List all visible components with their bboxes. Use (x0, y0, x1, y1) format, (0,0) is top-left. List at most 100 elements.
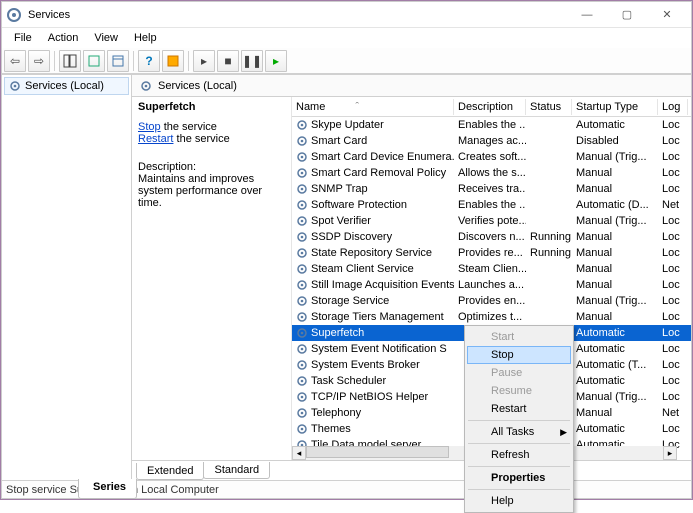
service-startup: Manual (572, 279, 658, 291)
service-row[interactable]: State Repository ServiceProvides re...Ru… (292, 245, 691, 261)
gear-icon (296, 359, 308, 371)
service-startup: Manual (572, 247, 658, 259)
col-logon[interactable]: Log (658, 99, 688, 115)
help-button[interactable]: ? (138, 50, 160, 72)
service-row[interactable]: Still Image Acquisition EventsLaunches a… (292, 277, 691, 293)
restart-service-button[interactable]: ▸ (265, 50, 287, 72)
service-name: Superfetch (311, 327, 364, 339)
ctx-help[interactable]: Help (467, 492, 571, 510)
maximize-button[interactable]: ▢ (607, 5, 647, 25)
service-row[interactable]: Skype UpdaterEnables the ...AutomaticLoc (292, 117, 691, 133)
service-name: SNMP Trap (311, 183, 368, 195)
service-name: Still Image Acquisition Events (311, 279, 454, 291)
ctx-restart[interactable]: Restart (467, 400, 571, 418)
service-name: Storage Tiers Management (311, 311, 444, 323)
service-row[interactable]: Storage Tiers ManagementOptimizes t...Ma… (292, 309, 691, 325)
service-name: Themes (311, 423, 351, 435)
col-name[interactable]: Nameˆ (292, 99, 454, 115)
col-description[interactable]: Description (454, 99, 526, 115)
show-hide-button[interactable] (59, 50, 81, 72)
service-row[interactable]: Smart Card Removal PolicyAllows the s...… (292, 165, 691, 181)
gear-icon (296, 327, 308, 339)
ctx-stop[interactable]: Stop (467, 346, 571, 364)
forward-button[interactable]: ⇨ (28, 50, 50, 72)
menu-file[interactable]: File (6, 30, 40, 46)
body: Services (Local) Services (Local) Superf… (2, 74, 691, 480)
export-button[interactable] (107, 50, 129, 72)
column-headers: Nameˆ Description Status Startup Type Lo… (292, 97, 691, 117)
service-desc: Launches a... (454, 279, 526, 291)
menu-help[interactable]: Help (126, 30, 165, 46)
ctx-refresh[interactable]: Refresh (467, 446, 571, 464)
ctx-resume: Resume (467, 382, 571, 400)
service-name: Task Scheduler (311, 375, 386, 387)
service-logon: Loc (658, 231, 688, 243)
scroll-left-button[interactable]: ◂ (292, 446, 306, 460)
service-row[interactable]: SSDP DiscoveryDiscovers n...RunningManua… (292, 229, 691, 245)
service-startup: Manual (572, 167, 658, 179)
ctx-start: Start (467, 328, 571, 346)
pause-service-button[interactable]: ❚❚ (241, 50, 263, 72)
tab-standard[interactable]: Standard (203, 462, 270, 479)
close-button[interactable]: ✕ (647, 5, 687, 25)
services-list: Nameˆ Description Status Startup Type Lo… (292, 97, 691, 460)
service-startup: Manual (572, 183, 658, 195)
gear-icon (296, 343, 308, 355)
service-name: SSDP Discovery (311, 231, 392, 243)
description-label: Description: (138, 161, 285, 173)
service-startup: Manual (572, 231, 658, 243)
info-button[interactable] (162, 50, 184, 72)
service-status: Running (526, 231, 572, 243)
service-name: Skype Updater (311, 119, 384, 131)
gear-icon (296, 407, 308, 419)
menu-view[interactable]: View (86, 30, 126, 46)
scroll-right-button[interactable]: ▸ (663, 446, 677, 460)
separator (188, 51, 189, 71)
service-row[interactable]: Smart Card Device Enumera...Creates soft… (292, 149, 691, 165)
service-row[interactable]: Smart CardManages ac...DisabledLoc (292, 133, 691, 149)
service-row[interactable]: Storage ServiceProvides en...Manual (Tri… (292, 293, 691, 309)
col-status[interactable]: Status (526, 99, 572, 115)
gear-icon (296, 119, 308, 131)
ctx-all-tasks[interactable]: All Tasks▶ (467, 423, 571, 441)
service-desc: Creates soft... (454, 151, 526, 163)
back-button[interactable]: ⇦ (4, 50, 26, 72)
separator (468, 489, 570, 490)
service-logon: Loc (658, 183, 688, 195)
minimize-button[interactable]: — (567, 5, 607, 25)
series-tab[interactable]: Series (78, 479, 137, 499)
service-row[interactable]: SNMP TrapReceives tra...ManualLoc (292, 181, 691, 197)
service-desc: Allows the s... (454, 167, 526, 179)
service-row[interactable]: Spot VerifierVerifies pote...Manual (Tri… (292, 213, 691, 229)
ctx-properties[interactable]: Properties (467, 469, 571, 487)
start-service-button[interactable]: ▸ (193, 50, 215, 72)
menubar: File Action View Help (2, 28, 691, 48)
service-desc: Provides en... (454, 295, 526, 307)
service-startup: Manual (Trig... (572, 151, 658, 163)
stop-service-button[interactable]: ■ (217, 50, 239, 72)
gear-icon (296, 295, 308, 307)
properties-button[interactable] (83, 50, 105, 72)
col-startup-type[interactable]: Startup Type (572, 99, 658, 115)
tree-pane: Services (Local) (2, 75, 132, 480)
menu-action[interactable]: Action (40, 30, 87, 46)
gear-icon (296, 247, 308, 259)
selected-service-name: Superfetch (138, 101, 285, 113)
tab-extended[interactable]: Extended (136, 463, 204, 480)
service-row[interactable]: Software ProtectionEnables the ...Automa… (292, 197, 691, 213)
service-row[interactable]: Steam Client ServiceSteam Clien...Manual… (292, 261, 691, 277)
window-title: Services (28, 9, 567, 21)
gear-icon (140, 80, 152, 92)
service-startup: Automatic (D... (572, 199, 658, 211)
service-name: Telephony (311, 407, 361, 419)
service-startup: Automatic (T... (572, 359, 658, 371)
scroll-thumb[interactable] (306, 446, 449, 458)
stop-link[interactable]: Stop (138, 121, 161, 133)
service-name: Smart Card Device Enumera... (311, 151, 454, 163)
restart-link[interactable]: Restart (138, 133, 173, 145)
service-startup: Automatic (572, 343, 658, 355)
service-logon: Loc (658, 295, 688, 307)
service-desc: Enables the ... (454, 119, 526, 131)
tree-item-services-local[interactable]: Services (Local) (4, 77, 129, 95)
service-logon: Loc (658, 359, 688, 371)
